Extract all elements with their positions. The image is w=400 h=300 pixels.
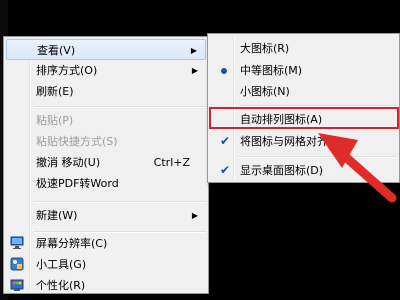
- red-arrow-annotation: [318, 133, 397, 203]
